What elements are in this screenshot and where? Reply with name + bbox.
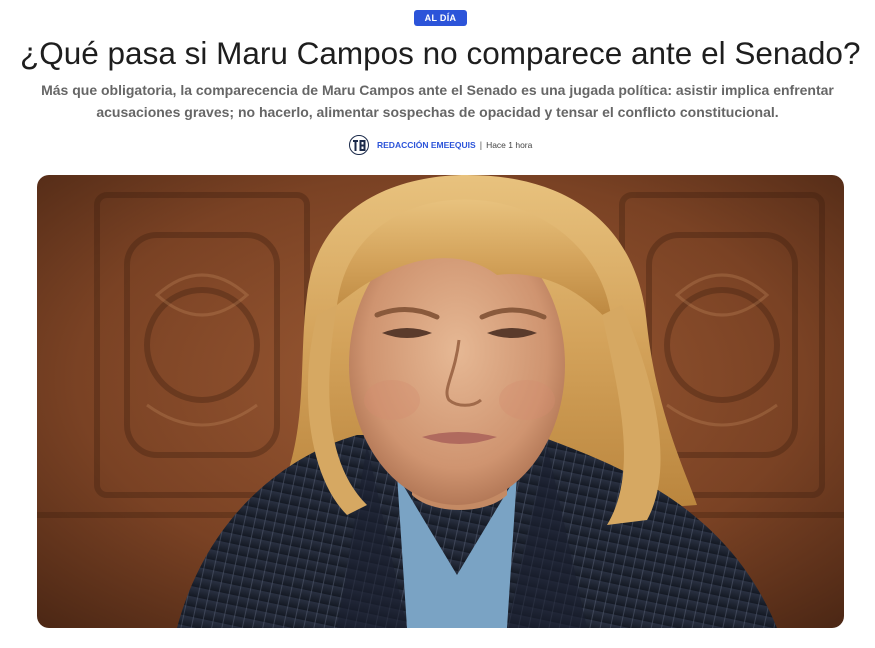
hero-photo-illustration bbox=[37, 175, 844, 628]
article-dek: Más que obligatoria, la comparecencia de… bbox=[41, 82, 834, 120]
publish-time: Hace 1 hora bbox=[486, 140, 533, 150]
emeequis-logo-icon[interactable] bbox=[349, 135, 369, 155]
article-headline: ¿Qué pasa si Maru Campos no comparece an… bbox=[20, 35, 861, 71]
hero-image[interactable] bbox=[37, 175, 844, 628]
byline: REDACCIÓN EMEEQUIS | Hace 1 hora bbox=[349, 134, 532, 156]
byline-separator: | bbox=[479, 140, 483, 150]
author-link[interactable]: REDACCIÓN EMEEQUIS bbox=[377, 140, 476, 150]
section-badge[interactable]: AL DÍA bbox=[414, 10, 467, 26]
